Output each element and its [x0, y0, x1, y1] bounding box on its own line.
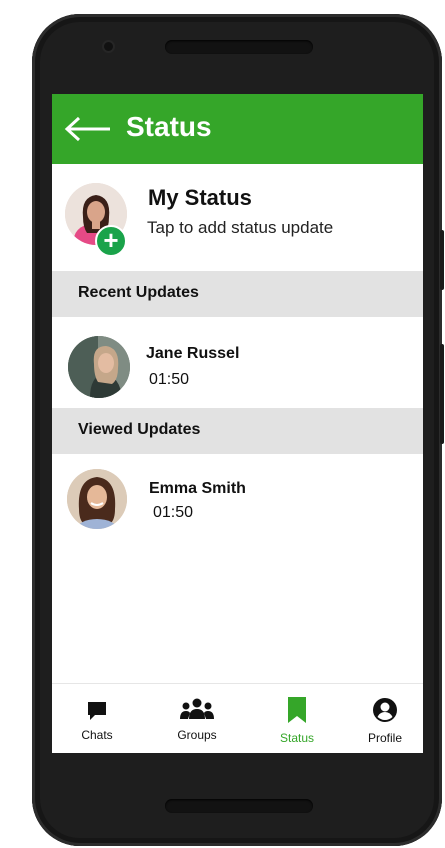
- front-camera: [104, 42, 113, 51]
- back-arrow-icon[interactable]: [64, 116, 112, 142]
- contact-name: Emma Smith: [149, 480, 246, 497]
- contact-name: Jane Russel: [146, 345, 240, 362]
- profile-icon: [373, 698, 397, 722]
- add-status-icon[interactable]: +: [95, 225, 127, 257]
- power-button: [440, 230, 444, 290]
- section-label: Viewed Updates: [78, 421, 201, 438]
- nav-item-status[interactable]: Status: [252, 684, 342, 753]
- app-bar: Status: [52, 94, 423, 164]
- my-status-subtitle: Tap to add status update: [147, 218, 334, 237]
- chat-icon: [88, 702, 106, 720]
- bottom-nav: Chats Groups Status Profile: [52, 683, 423, 753]
- volume-button: [440, 344, 444, 444]
- page-title: Status: [126, 111, 212, 142]
- bookmark-icon: [288, 697, 306, 723]
- avatar: [68, 336, 130, 398]
- app-screen: Status + My Status Tap to add status upd…: [52, 94, 423, 753]
- top-speaker: [165, 40, 313, 54]
- nav-item-groups[interactable]: Groups: [152, 684, 242, 753]
- viewed-updates-header: Viewed Updates: [52, 408, 423, 454]
- bottom-speaker: [165, 799, 313, 813]
- my-status-title: My Status: [148, 185, 252, 210]
- status-time: 01:50: [149, 371, 190, 388]
- section-label: Recent Updates: [78, 284, 199, 301]
- recent-updates-header: Recent Updates: [52, 271, 423, 317]
- avatar: [67, 469, 127, 529]
- nav-label: Chats: [81, 728, 113, 742]
- nav-label: Status: [279, 731, 315, 745]
- nav-item-profile[interactable]: Profile: [340, 684, 423, 753]
- nav-label: Profile: [367, 731, 402, 745]
- nav-item-chats[interactable]: Chats: [52, 684, 142, 753]
- groups-icon: [180, 698, 214, 719]
- nav-label: Groups: [177, 728, 217, 742]
- status-time: 01:50: [153, 504, 194, 521]
